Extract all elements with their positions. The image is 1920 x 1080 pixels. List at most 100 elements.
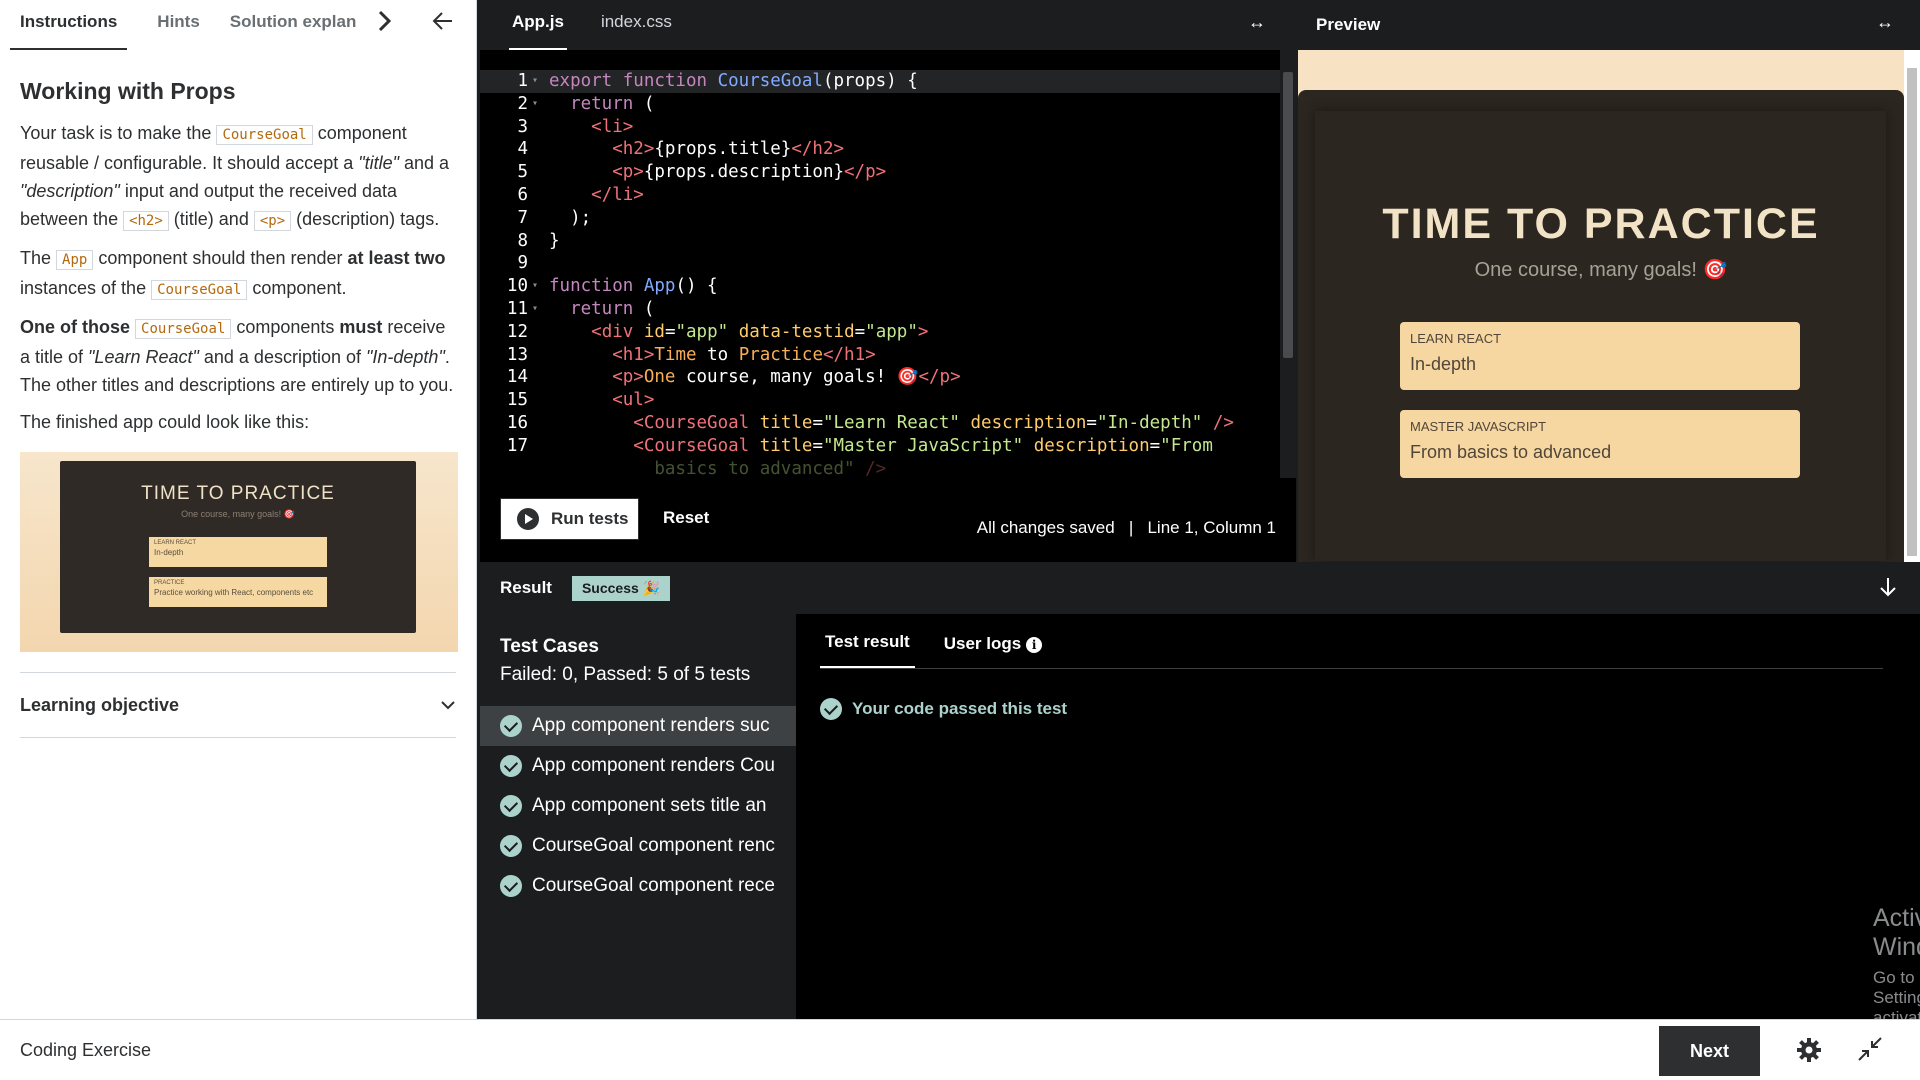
preview-goal-title: MASTER JAVASCRIPT — [1410, 419, 1547, 434]
code-line: 16 <CourseGoal title="Learn React" descr… — [506, 412, 1234, 433]
editor-scrollbar[interactable] — [1280, 50, 1296, 478]
arrow-left-icon[interactable] — [432, 10, 458, 38]
inline-code: CourseGoal — [135, 319, 232, 339]
code-line: 11 ▾ return ( — [506, 298, 655, 319]
test-summary: Failed: 0, Passed: 5 of 5 tests — [500, 664, 751, 685]
preview-frame: TIME TO PRACTICE One course, many goals!… — [1298, 50, 1904, 562]
preview-header: Preview ↔ — [1298, 0, 1920, 50]
watermark-title: Activate Windows — [1873, 904, 1920, 961]
text: One of those — [20, 317, 131, 337]
learning-objective-accordion[interactable]: Learning objective — [20, 672, 456, 738]
text: components — [231, 317, 340, 337]
text: (description) tags. — [291, 209, 440, 229]
test-case-item[interactable]: App component renders suc — [480, 706, 796, 746]
test-case-label: App component sets title an — [532, 795, 767, 816]
code-line: 2 ▾ return ( — [517, 93, 655, 114]
test-case-item[interactable]: CourseGoal component rece — [480, 866, 796, 906]
editor-scroll-thumb[interactable] — [1283, 72, 1293, 358]
exercise-title: Working with Props — [20, 78, 236, 104]
save-status: All changes saved | Line 1, Column 1 — [976, 518, 1276, 537]
code-line: 14 <p>One course, many goals! 🎯</p> — [506, 367, 961, 388]
code-line: 13 <h1>Time to Practice</h1> — [506, 344, 876, 365]
text: "Learn React" — [88, 347, 199, 367]
example-card: TIME TO PRACTICE One course, many goals!… — [60, 461, 416, 633]
test-detail-panel: Test result User logs i Your code passed … — [800, 614, 1920, 1047]
text: component should then render — [93, 248, 348, 268]
play-icon — [517, 508, 539, 530]
preview-panel: Preview ↔ TIME TO PRACTICE One course, m… — [1298, 0, 1920, 562]
detail-tabs: Test result User logs i — [820, 614, 1883, 669]
next-button[interactable]: Next — [1659, 1026, 1760, 1076]
preview-scrollbar[interactable] — [1904, 50, 1920, 562]
text: must — [339, 317, 383, 337]
tab-app-js[interactable]: App.js — [509, 0, 567, 50]
test-case-label: CourseGoal component rece — [532, 875, 775, 896]
instruction-paragraph-3: One of those CourseGoal components must … — [20, 313, 456, 399]
code-line: 15 <ul> — [506, 390, 655, 411]
code-line: 8} — [517, 230, 560, 251]
expand-horizontal-icon[interactable]: ↔ — [1876, 12, 1894, 33]
test-case-item[interactable]: App component sets title an — [480, 786, 796, 826]
code-editor[interactable]: 1 ▾ export function CourseGoal(props) { 2 ▾… — [480, 50, 1280, 478]
tab-hints[interactable]: Hints — [157, 0, 200, 50]
example-title: TIME TO PRACTICE — [141, 483, 335, 504]
check-circle-icon — [500, 715, 522, 737]
expand-horizontal-icon[interactable]: ↔ — [1248, 12, 1266, 33]
preview-subtitle: One course, many goals! 🎯 — [1474, 259, 1728, 281]
learning-objective-label: Learning objective — [20, 694, 180, 715]
run-tests-label: Run tests — [551, 509, 629, 528]
info-icon: i — [1026, 637, 1043, 653]
preview-scroll-thumb[interactable] — [1907, 68, 1917, 556]
chevron-right-icon[interactable] — [378, 10, 400, 40]
example-goal-title: PRACTICE — [154, 580, 185, 586]
inline-code: App — [56, 250, 94, 270]
inline-code: <h2> — [123, 211, 169, 231]
arrow-down-icon[interactable] — [1878, 576, 1898, 600]
test-cases-list: Test Cases Failed: 0, Passed: 5 of 5 tes… — [480, 614, 796, 1019]
code-line: 1 ▾ export function CourseGoal(props) { — [480, 70, 1280, 93]
tab-user-logs[interactable]: User logs i — [939, 634, 1047, 668]
minimize-icon[interactable] — [1857, 1036, 1883, 1062]
example-goal-desc: Practice working with React, components … — [154, 588, 314, 597]
test-case-item[interactable]: App component renders Cou — [480, 746, 796, 786]
instruction-paragraph-2: The App component should then render at … — [20, 244, 456, 304]
passed-message: Your code passed this test — [820, 698, 1067, 720]
result-label: Result — [500, 578, 552, 597]
test-cases-title: Test Cases — [500, 636, 599, 657]
example-goal-desc: In-depth — [154, 548, 184, 557]
instruction-paragraph-1: Your task is to make the CourseGoal comp… — [20, 119, 456, 235]
run-tests-button[interactable]: Run tests — [500, 498, 639, 540]
code-line: 12 <div id="app" data-testid="app"> — [506, 321, 929, 342]
preview-goal: LEARN REACT In-depth — [1400, 322, 1800, 390]
instructions-body: Working with Props Your task is to make … — [0, 50, 476, 738]
test-case-item[interactable]: CourseGoal component renc — [480, 826, 796, 866]
status-badge: Success 🎉 — [571, 575, 671, 601]
check-circle-icon — [820, 698, 842, 720]
inline-code: CourseGoal — [216, 125, 313, 145]
code-line: 6 </li> — [517, 184, 644, 205]
preview-goal: MASTER JAVASCRIPT From basics to advance… — [1400, 410, 1800, 478]
test-list: App component renders suc App component … — [480, 706, 796, 906]
check-circle-icon — [500, 875, 522, 897]
tab-index-css[interactable]: index.css — [601, 0, 672, 50]
instructions-panel: Instructions Hints Solution explan Worki… — [0, 0, 477, 1019]
text: "In-depth" — [366, 347, 445, 367]
inline-code: <p> — [253, 211, 292, 231]
code-line: 3 <li> — [517, 116, 634, 137]
tab-test-result[interactable]: Test result — [820, 632, 915, 668]
gear-icon[interactable] — [1795, 1036, 1823, 1064]
check-circle-icon — [500, 835, 522, 857]
code-line: 5 <p>{props.description}</p> — [517, 162, 887, 183]
editor-actions: Run tests Reset All changes saved | Line… — [480, 478, 1296, 562]
left-tabs: Instructions Hints Solution explan — [0, 0, 476, 50]
example-goal: PRACTICE Practice working with React, co… — [149, 577, 327, 607]
tab-instructions[interactable]: Instructions — [10, 0, 128, 50]
example-subtitle: One course, many goals! 🎯 — [181, 509, 295, 519]
text: "title" — [358, 153, 400, 173]
reset-button[interactable]: Reset — [663, 508, 709, 528]
tab-solution-explanation[interactable]: Solution explan — [230, 0, 366, 50]
instruction-paragraph-4: The finished app could look like this: — [20, 412, 310, 432]
code-line: 10 ▾ function App() { — [506, 276, 718, 297]
preview-goal-desc: From basics to advanced — [1410, 442, 1612, 462]
result-panel: Result Success 🎉 Test Cases Failed: 0, P… — [480, 562, 1920, 1047]
